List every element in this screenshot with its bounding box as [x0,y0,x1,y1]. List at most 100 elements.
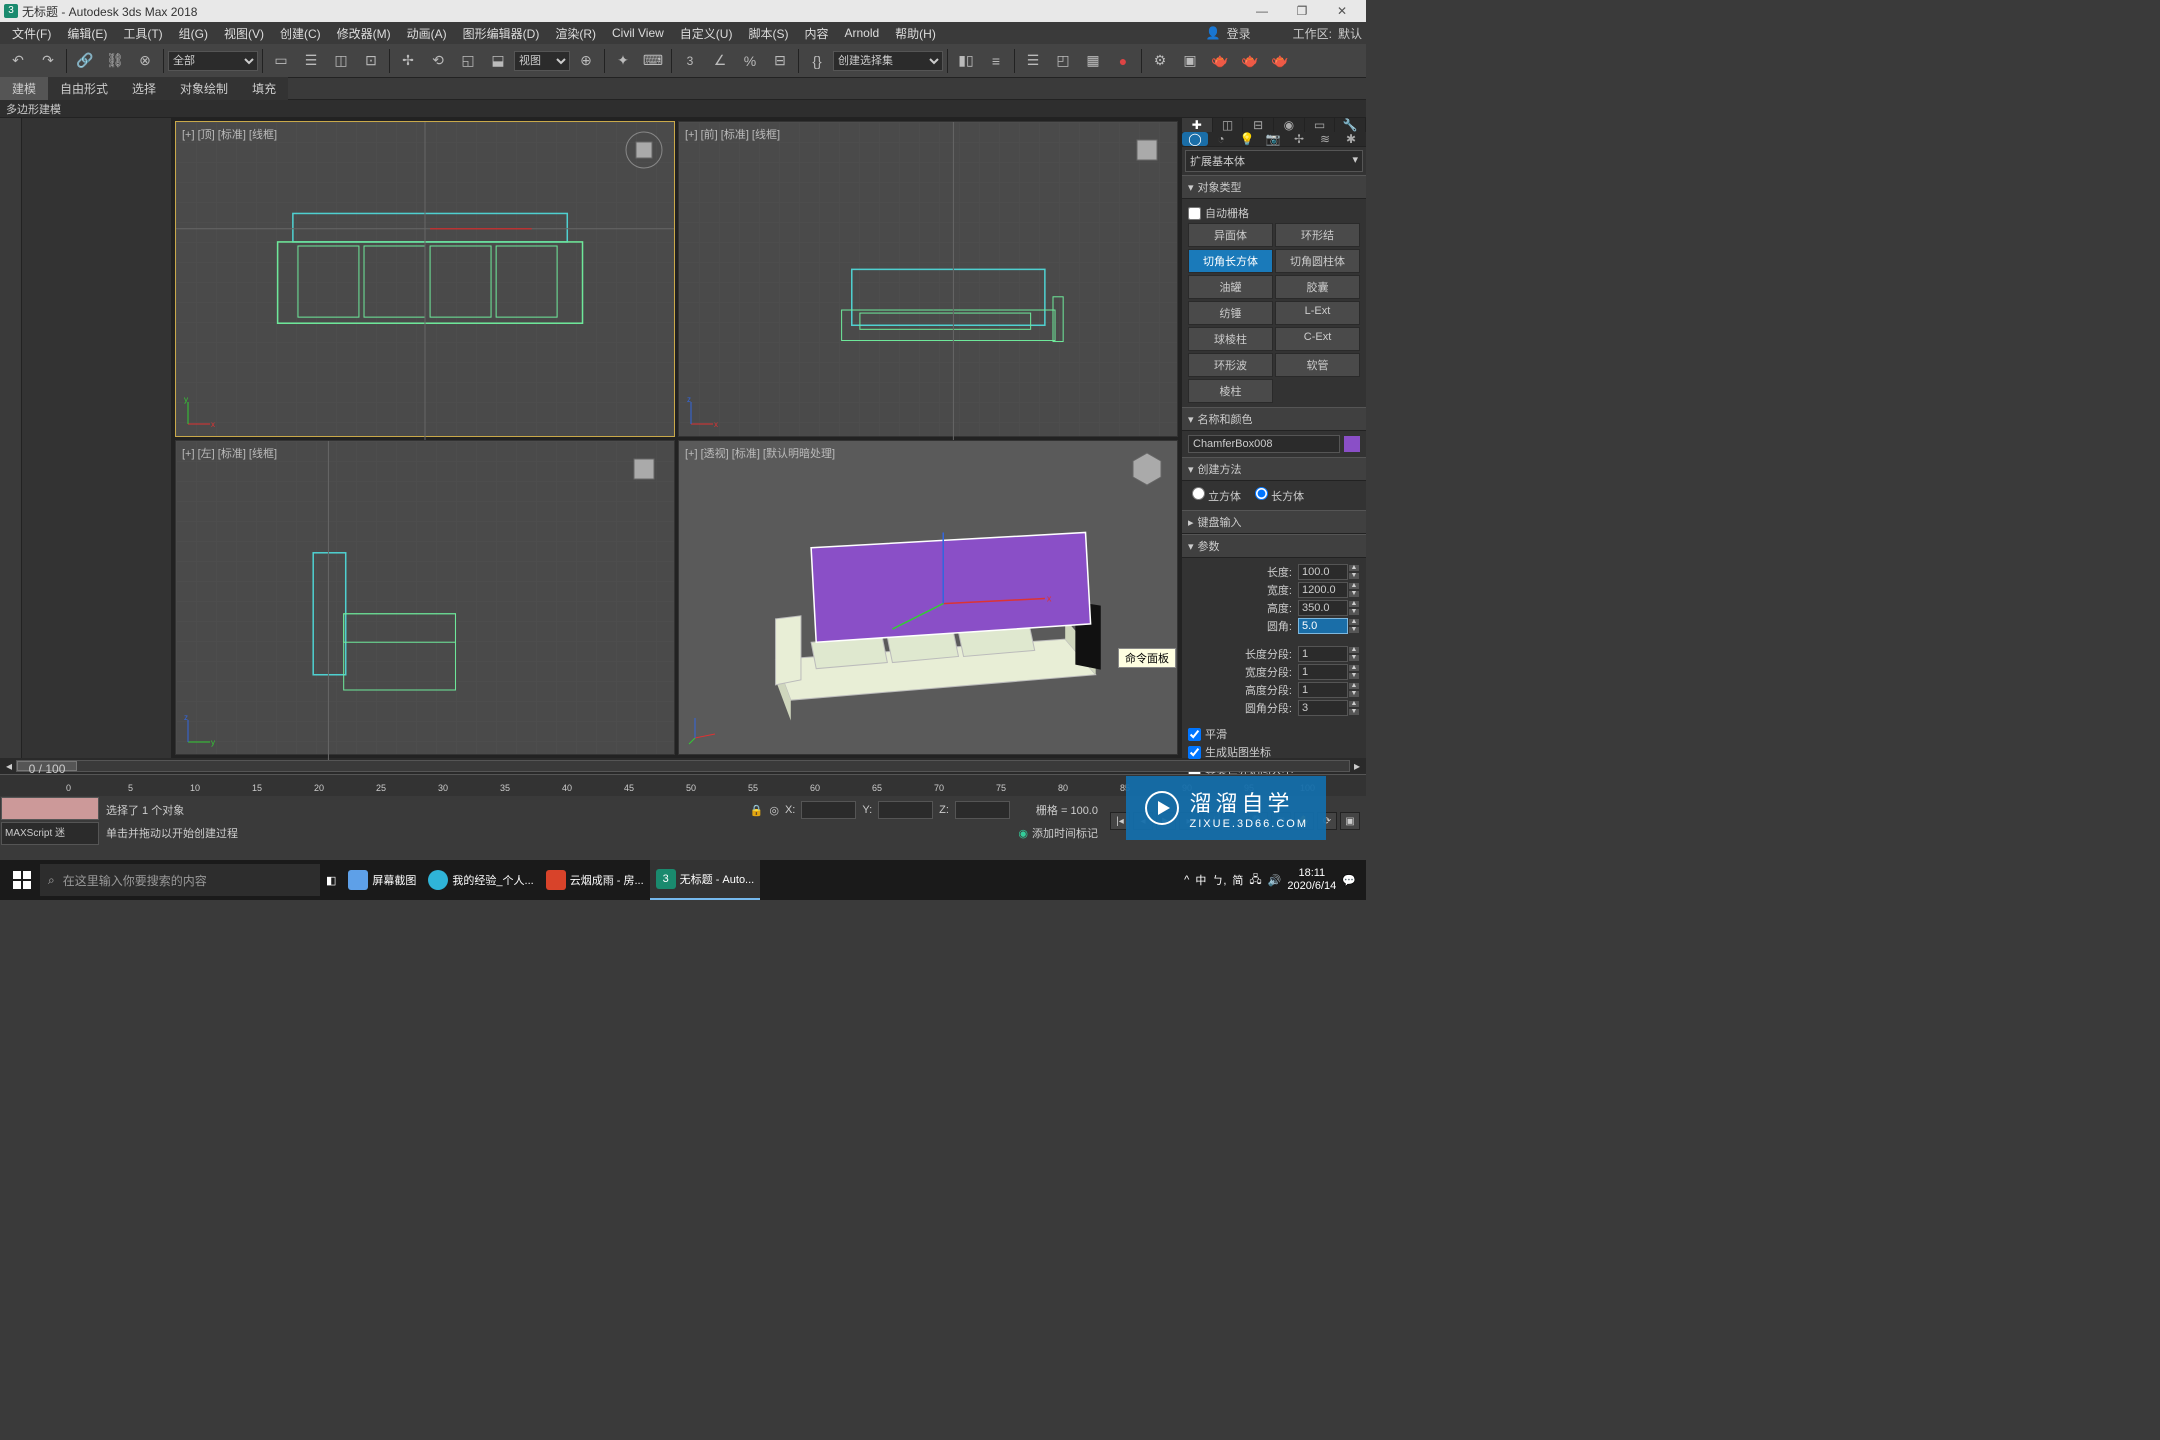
rollout-creation-method[interactable]: ▾ 创建方法 [1182,457,1366,481]
cameras-subtab[interactable]: 📷 [1260,132,1286,146]
menu-views[interactable]: 视图(V) [216,25,272,42]
menu-modifiers[interactable]: 修改器(M) [329,25,399,42]
taskbar-search[interactable]: ⌕ 在这里输入你要搜索的内容 [40,864,320,896]
hierarchy-tab[interactable]: ⊟ [1243,118,1274,132]
geometry-subtab[interactable]: ◯ [1182,132,1208,146]
ribbon-tab-selection[interactable]: 选择 [120,77,168,100]
rotate-button[interactable]: ⟲ [424,47,452,75]
obj-hose[interactable]: 软管 [1275,353,1360,377]
time-tag-icon[interactable]: ◉ [1018,827,1028,840]
spacewarps-subtab[interactable]: ≋ [1312,132,1338,146]
snap-button[interactable]: 3 [676,47,704,75]
menu-animation[interactable]: 动画(A) [399,25,455,42]
scale-button[interactable]: ◱ [454,47,482,75]
lock-icon[interactable]: 🔒 [750,804,764,817]
workspace-value[interactable]: 默认 [1338,25,1362,42]
shapes-subtab[interactable]: ◔ [1208,132,1234,146]
ribbon-tab-populate[interactable]: 填充 [240,77,288,100]
fillet-segs-spinner[interactable] [1298,700,1348,716]
utilities-tab[interactable]: 🔧 [1335,118,1366,132]
material-editor-button[interactable]: ● [1109,47,1137,75]
maxscript-mini[interactable]: MAXScript 迷 [1,822,99,845]
render-button[interactable]: 🫖 [1206,47,1234,75]
smooth-checkbox[interactable] [1188,728,1201,741]
lights-subtab[interactable]: 💡 [1234,132,1260,146]
helpers-subtab[interactable]: ✢ [1286,132,1312,146]
close-button[interactable]: ✕ [1322,4,1362,18]
align-button[interactable]: ≡ [982,47,1010,75]
pivot-button[interactable]: ⊕ [572,47,600,75]
rollout-parameters[interactable]: ▾ 参数 [1182,534,1366,558]
viewport-left[interactable]: [+] [左] [标准] [线框] yz [175,440,675,756]
method-box[interactable]: 长方体 [1255,487,1304,504]
render-online-button[interactable]: 🫖 [1236,47,1264,75]
menu-customize[interactable]: 自定义(U) [672,25,741,42]
menu-edit[interactable]: 编辑(E) [59,25,115,42]
method-cube[interactable]: 立方体 [1192,487,1241,504]
maxscript-listener[interactable] [1,797,99,820]
obj-cext[interactable]: C-Ext [1275,327,1360,351]
link-button[interactable]: 🔗 [71,47,99,75]
menu-create[interactable]: 创建(C) [272,25,329,42]
mirror-button[interactable]: ▮▯ [952,47,980,75]
user-icon[interactable]: 👤 [1206,26,1221,40]
angle-snap-button[interactable]: ∠ [706,47,734,75]
move-button[interactable]: ✢ [394,47,422,75]
minimize-button[interactable]: — [1242,4,1282,18]
height-segs-spinner[interactable] [1298,682,1348,698]
coord-y[interactable] [878,801,933,819]
menu-help[interactable]: 帮助(H) [887,25,944,42]
time-slider[interactable]: ◂ 0 / 100 ▸ [0,758,1366,774]
gen-uv-checkbox[interactable] [1188,746,1201,759]
menu-scripting[interactable]: 脚本(S) [740,25,796,42]
menu-arnold[interactable]: Arnold [836,26,887,40]
autogrid-checkbox[interactable] [1188,207,1201,220]
ribbon-tab-modeling[interactable]: 建模 [0,77,48,100]
fillet-spinner[interactable] [1298,618,1348,634]
scene-explorer[interactable] [22,118,172,758]
render-frame-button[interactable]: ▣ [1176,47,1204,75]
taskbar-item-screenshot[interactable]: 屏幕截图 [342,860,422,900]
select-name-button[interactable]: ☰ [297,47,325,75]
task-view-button[interactable]: ◧ [320,860,342,900]
category-dropdown[interactable]: 扩展基本体▾ [1185,150,1363,172]
clock-date[interactable]: 2020/6/14 [1287,880,1336,893]
systems-subtab[interactable]: ✱ [1338,132,1364,146]
tray-expand-icon[interactable]: ^ [1184,874,1189,886]
menu-content[interactable]: 内容 [796,25,836,42]
bind-button[interactable]: ⊗ [131,47,159,75]
coord-z[interactable] [955,801,1010,819]
redo-button[interactable]: ↷ [34,47,62,75]
render-preset-button[interactable]: 🫖 [1266,47,1294,75]
menu-group[interactable]: 组(G) [171,25,216,42]
start-button[interactable] [4,864,40,896]
obj-ringwave[interactable]: 环形波 [1188,353,1273,377]
notification-icon[interactable]: 💬 [1342,874,1356,887]
login-label[interactable]: 登录 [1227,25,1251,42]
undo-button[interactable]: ↶ [4,47,32,75]
layer-button[interactable]: ☰ [1019,47,1047,75]
viewport-top[interactable]: [+] [顶] [标准] [线框] xy [175,121,675,437]
obj-hedra[interactable]: 异面体 [1188,223,1273,247]
placement-button[interactable]: ⬓ [484,47,512,75]
spinner-snap-button[interactable]: ⊟ [766,47,794,75]
menu-civilview[interactable]: Civil View [604,26,672,40]
width-spinner[interactable] [1298,582,1348,598]
menu-file[interactable]: 文件(F) [4,25,59,42]
obj-torusknot[interactable]: 环形结 [1275,223,1360,247]
percent-snap-button[interactable]: % [736,47,764,75]
taskbar-item-3dsmax[interactable]: 3无标题 - Auto... [650,860,761,900]
viewport-perspective[interactable]: [+] [透视] [标准] [默认明暗处理] x [678,440,1178,756]
named-selection-sets[interactable]: 创建选择集 [833,51,943,71]
manipulate-button[interactable]: ✦ [609,47,637,75]
ribbon-tab-objectpaint[interactable]: 对象绘制 [168,77,240,100]
ime-indicator[interactable]: 中 [1195,872,1206,888]
obj-chamferbox[interactable]: 切角长方体 [1188,249,1273,273]
ref-coord-system[interactable]: 视图 [514,51,570,71]
obj-spindle[interactable]: 纺锤 [1188,301,1273,325]
color-swatch[interactable] [1344,436,1360,452]
taskbar-item-edge[interactable]: 我的经验_个人... [422,860,539,900]
motion-tab[interactable]: ◉ [1274,118,1305,132]
length-spinner[interactable] [1298,564,1348,580]
maximize-button[interactable]: ❐ [1282,4,1322,18]
